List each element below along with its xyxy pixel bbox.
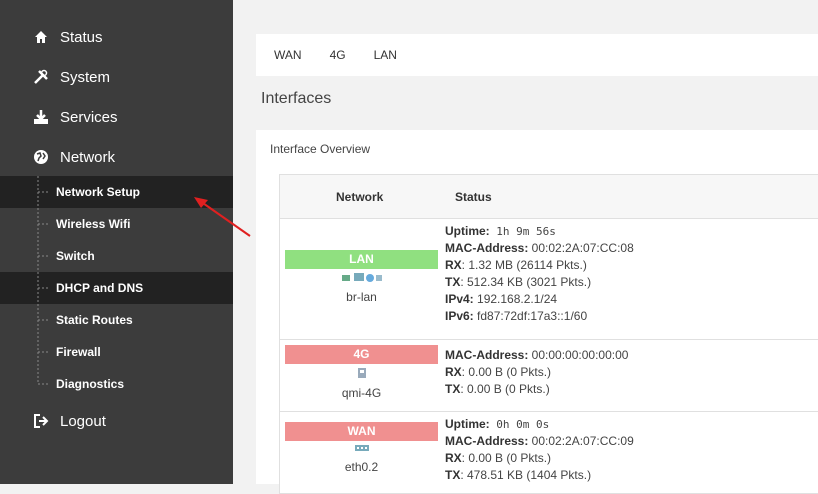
sidebar-item-label: DHCP and DNS [56,281,144,295]
interface-badge-4g[interactable]: 4G [285,345,438,364]
table-row: LAN br-lan Uptime: 1h 9m 56s MAC-Address… [280,219,818,340]
sidebar-item-label: Diagnostics [56,377,125,391]
tools-icon [32,68,50,86]
sidebar-item-label: Services [60,108,118,126]
table-row: 4G qmi-4G MAC-Address: 00:00:00:00:00:00… [280,340,818,412]
page-title: Interfaces [261,90,332,107]
interface-overview-panel: Interface Overview Network Status LAN br… [256,130,818,494]
sidebar-item-wireless-wifi[interactable]: Wireless Wifi [0,208,233,240]
interface-badge-lan[interactable]: LAN [285,250,438,269]
sidebar-item-label: Network Setup [56,185,141,199]
main-content: WAN 4G LAN Interfaces Interface Overview… [233,0,818,494]
sidebar-item-label: Wireless Wifi [56,217,131,231]
globe-icon [32,148,50,166]
sidebar-item-status[interactable]: Status [32,25,103,49]
interface-status: Uptime: 1h 9m 56s MAC-Address: 00:02:2A:… [445,224,634,323]
interface-table: Network Status LAN br-lan Uptime: 1h 9m … [279,174,818,494]
sidebar-item-label: System [60,68,111,86]
interface-badge-wan[interactable]: WAN [285,422,438,441]
tab-bar: WAN 4G LAN [256,34,818,76]
interface-status: MAC-Address: 00:00:00:00:00:00 RX: 0.00 … [445,348,629,396]
interface-name: br-lan [346,290,377,304]
tab-wan[interactable]: WAN [274,48,302,62]
sidebar-item-system[interactable]: System [32,65,110,89]
sidebar-item-label: Status [60,28,103,46]
sidebar-item-services[interactable]: Services [32,105,118,129]
table-row: WAN eth0.2 Uptime: 0h 0m 0s MAC-Address:… [280,412,818,492]
sidebar-item-label: Logout [60,412,106,430]
tab-lan[interactable]: LAN [374,48,397,62]
switch-icon [285,442,438,457]
panel-title: Interface Overview [270,142,371,156]
tab-4g[interactable]: 4G [330,48,346,62]
sidebar-item-label: Switch [56,249,95,263]
column-header-network: Network [336,190,384,204]
modem-icon [285,366,438,383]
sidebar-item-label: Firewall [56,345,101,359]
sidebar-item-label: Static Routes [56,313,133,327]
interface-name: eth0.2 [344,460,379,474]
sidebar-item-dhcp-dns[interactable]: DHCP and DNS [0,272,233,304]
download-icon [32,108,50,126]
sidebar-item-network-setup[interactable]: Network Setup [0,176,233,208]
column-header-status: Status [455,190,492,204]
sidebar-item-network[interactable]: Network [32,145,115,169]
home-icon [32,28,50,46]
sidebar-item-label: Network [60,148,116,166]
sidebar-item-diagnostics[interactable]: Diagnostics [0,368,233,400]
sidebar-item-switch[interactable]: Switch [0,240,233,272]
interface-name: qmi-4G [341,386,382,400]
sidebar-item-logout[interactable]: Logout [32,409,106,433]
sidebar-item-firewall[interactable]: Firewall [0,336,233,368]
sidebar: Status System Services Network Network S… [0,0,233,484]
interface-status: Uptime: 0h 0m 0s MAC-Address: 00:02:2A:0… [445,417,634,482]
logout-icon [32,412,50,430]
device-icons [285,271,438,288]
sidebar-item-static-routes[interactable]: Static Routes [0,304,233,336]
